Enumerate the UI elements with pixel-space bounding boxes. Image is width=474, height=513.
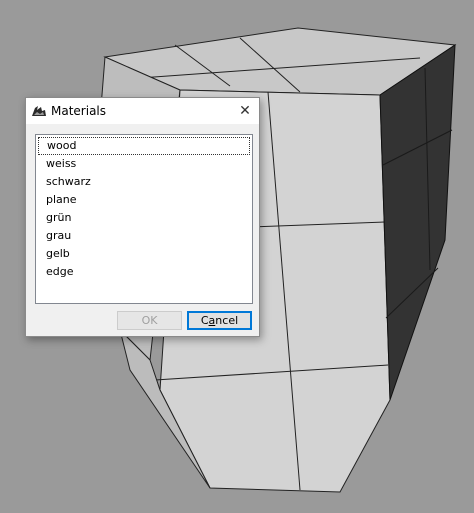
close-icon: ✕ [239, 103, 251, 119]
list-item-edge[interactable]: edge [38, 263, 250, 281]
dialog-titlebar[interactable]: Materials ✕ [26, 98, 259, 124]
close-button[interactable]: ✕ [235, 101, 255, 121]
materials-listbox[interactable]: wood weiss schwarz plane grün grau gelb … [35, 134, 253, 304]
list-item-weiss[interactable]: weiss [38, 155, 250, 173]
ok-button[interactable]: OK [117, 311, 182, 330]
list-item-gelb[interactable]: gelb [38, 245, 250, 263]
dialog-title: Materials [51, 104, 107, 118]
list-item-wood[interactable]: wood [38, 137, 250, 155]
model-right-face [379, 44, 456, 401]
list-item-schwarz[interactable]: schwarz [38, 173, 250, 191]
list-item-gruen[interactable]: grün [38, 209, 250, 227]
list-item-plane[interactable]: plane [38, 191, 250, 209]
cancel-button[interactable]: Cancel [187, 311, 252, 330]
rhino-app-icon [31, 103, 47, 119]
materials-dialog: Materials ✕ wood weiss schwarz plane grü… [25, 97, 260, 337]
list-item-grau[interactable]: grau [38, 227, 250, 245]
